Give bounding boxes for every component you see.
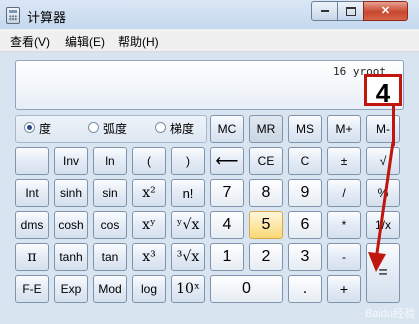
dms-button[interactable]: dms <box>15 211 49 239</box>
digit-3-button[interactable]: 3 <box>288 243 322 271</box>
mr-button[interactable]: MR <box>249 115 283 143</box>
label-radians: 弧度 <box>103 122 128 136</box>
plus-minus-button[interactable]: ± <box>327 147 361 175</box>
digit-5-button[interactable]: 5 <box>249 211 283 239</box>
ln-button[interactable]: ln <box>93 147 127 175</box>
plus-button[interactable]: + <box>327 275 361 303</box>
c-button[interactable]: C <box>288 147 322 175</box>
decimal-button[interactable]: . <box>288 275 322 303</box>
multiply-button[interactable]: * <box>327 211 361 239</box>
pi-button[interactable]: π <box>15 243 49 271</box>
calculator-icon <box>6 7 20 24</box>
radio-degrees[interactable] <box>24 122 35 133</box>
tanh-button[interactable]: tanh <box>54 243 88 271</box>
digit-4-button[interactable]: 4 <box>210 211 244 239</box>
sinh-button[interactable]: sinh <box>54 179 88 207</box>
digit-9-button[interactable]: 9 <box>288 179 322 207</box>
factorial-button[interactable]: n! <box>171 179 205 207</box>
label-degrees: 度 <box>39 122 52 136</box>
close-button[interactable]: ✕ <box>363 1 408 21</box>
mod-button[interactable]: Mod <box>93 275 127 303</box>
blank-button <box>15 147 49 175</box>
ce-button[interactable]: CE <box>249 147 283 175</box>
close-icon: ✕ <box>380 5 391 17</box>
calculator-display: 16 yroot <box>15 60 404 110</box>
cube-root-button[interactable]: ³√x <box>171 243 205 271</box>
menu-bar: 查看(V) 编辑(E) 帮助(H) <box>0 29 419 52</box>
inv-button[interactable]: Inv <box>54 147 88 175</box>
m-plus-button[interactable]: M+ <box>327 115 361 143</box>
digit-7-button[interactable]: 7 <box>210 179 244 207</box>
minus-button[interactable]: - <box>327 243 361 271</box>
digit-8-button[interactable]: 8 <box>249 179 283 207</box>
menu-help[interactable]: 帮助(H) <box>118 33 159 50</box>
sin-button[interactable]: sin <box>93 179 127 207</box>
y-root-x-button[interactable]: ʸ√x <box>171 211 205 239</box>
angle-mode-group: 度 弧度 梯度 <box>15 115 207 143</box>
square-button[interactable]: x² <box>132 179 166 207</box>
backspace-button[interactable]: ⟵ <box>210 147 244 175</box>
ten-pow-x-button[interactable]: 10ˣ <box>171 275 205 303</box>
exp-button[interactable]: Exp <box>54 275 88 303</box>
minimize-button[interactable] <box>311 1 338 21</box>
maximize-button[interactable] <box>337 1 364 21</box>
digit-6-button[interactable]: 6 <box>288 211 322 239</box>
result-readout: 4 <box>364 74 402 108</box>
title-bar: 计算器 ✕ <box>0 0 419 29</box>
cos-button[interactable]: cos <box>93 211 127 239</box>
label-grads: 梯度 <box>170 122 195 136</box>
int-button[interactable]: Int <box>15 179 49 207</box>
digit-0-button[interactable]: 0 <box>210 275 283 303</box>
maximize-icon <box>345 6 356 16</box>
watermark: Baidu经验 <box>364 308 415 320</box>
ms-button[interactable]: MS <box>288 115 322 143</box>
close-paren-button[interactable]: ) <box>171 147 205 175</box>
mc-button[interactable]: MC <box>210 115 244 143</box>
cosh-button[interactable]: cosh <box>54 211 88 239</box>
radio-radians[interactable] <box>88 122 99 133</box>
digit-2-button[interactable]: 2 <box>249 243 283 271</box>
menu-edit[interactable]: 编辑(E) <box>65 33 105 50</box>
minimize-icon <box>320 10 329 13</box>
annotation-arrow-icon <box>368 141 395 272</box>
fe-button[interactable]: F-E <box>15 275 49 303</box>
menu-view[interactable]: 查看(V) <box>10 33 50 50</box>
open-paren-button[interactable]: ( <box>132 147 166 175</box>
tan-button[interactable]: tan <box>93 243 127 271</box>
cube-button[interactable]: x³ <box>132 243 166 271</box>
radio-grads[interactable] <box>155 122 166 133</box>
log-button[interactable]: log <box>132 275 166 303</box>
divide-button[interactable]: / <box>327 179 361 207</box>
window-title: 计算器 <box>27 10 67 25</box>
x-pow-y-button[interactable]: xʸ <box>132 211 166 239</box>
digit-1-button[interactable]: 1 <box>210 243 244 271</box>
